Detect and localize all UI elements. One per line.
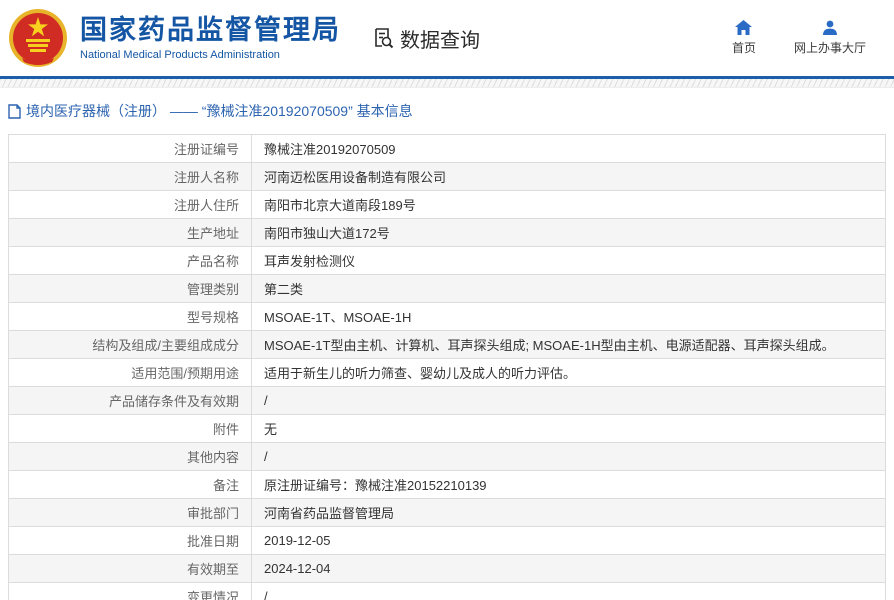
- header-nav: 首页 网上办事大厅: [732, 20, 894, 56]
- row-value: 南阳市独山大道172号: [252, 219, 885, 246]
- row-value: 无: [252, 415, 885, 442]
- row-value: MSOAE-1T、MSOAE-1H: [252, 303, 885, 330]
- table-row: 结构及组成/主要组成成分 MSOAE-1T型由主机、计算机、耳声探头组成; MS…: [9, 331, 885, 359]
- table-row: 产品储存条件及有效期 /: [9, 387, 885, 415]
- row-label: 有效期至: [9, 555, 252, 582]
- page-title: 境内医疗器械（注册） —— “豫械注准20192070509” 基本信息: [26, 101, 413, 121]
- row-value: 耳声发射检测仪: [252, 247, 885, 274]
- row-label: 附件: [9, 415, 252, 442]
- row-value: 2024-12-04: [252, 555, 885, 582]
- document-icon: [8, 104, 21, 119]
- row-value: 南阳市北京大道南段189号: [252, 191, 885, 218]
- person-icon: [822, 20, 838, 35]
- row-value: MSOAE-1T型由主机、计算机、耳声探头组成; MSOAE-1H型由主机、电源…: [252, 331, 885, 358]
- row-label: 注册人名称: [9, 163, 252, 190]
- table-row: 管理类别 第二类: [9, 275, 885, 303]
- agency-title-en: National Medical Products Administration: [80, 49, 341, 61]
- breadcrumb: 境内医疗器械（注册） —— “豫械注准20192070509” 基本信息: [8, 101, 894, 121]
- row-label: 批准日期: [9, 527, 252, 554]
- row-label: 适用范围/预期用途: [9, 359, 252, 386]
- row-label: 审批部门: [9, 499, 252, 526]
- brand-titles: 国家药品监督管理局 National Medical Products Admi…: [80, 15, 341, 60]
- nav-item-service-hall[interactable]: 网上办事大厅: [794, 20, 866, 56]
- row-value: 河南迈松医用设备制造有限公司: [252, 163, 885, 190]
- table-row: 适用范围/预期用途 适用于新生儿的听力筛查、婴幼儿及成人的听力评估。: [9, 359, 885, 387]
- table-row: 批准日期 2019-12-05: [9, 527, 885, 555]
- row-value: 第二类: [252, 275, 885, 302]
- table-row: 其他内容 /: [9, 443, 885, 471]
- info-table: 注册证编号 豫械注准20192070509 注册人名称 河南迈松医用设备制造有限…: [8, 134, 886, 600]
- nav-item-label: 网上办事大厅: [794, 39, 866, 56]
- nav-item-home[interactable]: 首页: [732, 20, 756, 56]
- row-label: 产品名称: [9, 247, 252, 274]
- row-label: 变更情况: [9, 583, 252, 600]
- table-row: 审批部门 河南省药品监督管理局: [9, 499, 885, 527]
- table-row: 注册人住所 南阳市北京大道南段189号: [9, 191, 885, 219]
- data-query-label: 数据查询: [400, 24, 480, 53]
- data-query-section[interactable]: 数据查询: [371, 24, 480, 53]
- agency-title-cn: 国家药品监督管理局: [80, 15, 341, 46]
- table-row: 备注 原注册证编号：豫械注准20152210139: [9, 471, 885, 499]
- table-row: 有效期至 2024-12-04: [9, 555, 885, 583]
- row-label: 注册人住所: [9, 191, 252, 218]
- row-label: 其他内容: [9, 443, 252, 470]
- row-label: 备注: [9, 471, 252, 498]
- row-label: 生产地址: [9, 219, 252, 246]
- row-label: 注册证编号: [9, 135, 252, 162]
- table-row: 附件 无: [9, 415, 885, 443]
- table-row: 注册人名称 河南迈松医用设备制造有限公司: [9, 163, 885, 191]
- row-value: 2019-12-05: [252, 527, 885, 554]
- row-value: 适用于新生儿的听力筛查、婴幼儿及成人的听力评估。: [252, 359, 885, 386]
- home-icon: [735, 20, 752, 35]
- hatched-strip: [0, 79, 894, 88]
- header: 国家药品监督管理局 National Medical Products Admi…: [0, 0, 894, 76]
- national-emblem-logo: [8, 8, 68, 68]
- row-label: 型号规格: [9, 303, 252, 330]
- table-row: 生产地址 南阳市独山大道172号: [9, 219, 885, 247]
- row-label: 管理类别: [9, 275, 252, 302]
- document-search-icon: [371, 26, 395, 50]
- table-row: 注册证编号 豫械注准20192070509: [9, 135, 885, 163]
- row-value: /: [252, 443, 885, 470]
- row-value: 原注册证编号：豫械注准20152210139: [252, 471, 885, 498]
- row-value: 河南省药品监督管理局: [252, 499, 885, 526]
- row-label: 结构及组成/主要组成成分: [9, 331, 252, 358]
- table-row: 产品名称 耳声发射检测仪: [9, 247, 885, 275]
- nav-item-label: 首页: [732, 39, 756, 56]
- row-value: /: [252, 387, 885, 414]
- table-row: 变更情况 /: [9, 583, 885, 600]
- row-value: 豫械注准20192070509: [252, 135, 885, 162]
- row-label: 产品储存条件及有效期: [9, 387, 252, 414]
- table-row: 型号规格 MSOAE-1T、MSOAE-1H: [9, 303, 885, 331]
- row-value: /: [252, 583, 885, 600]
